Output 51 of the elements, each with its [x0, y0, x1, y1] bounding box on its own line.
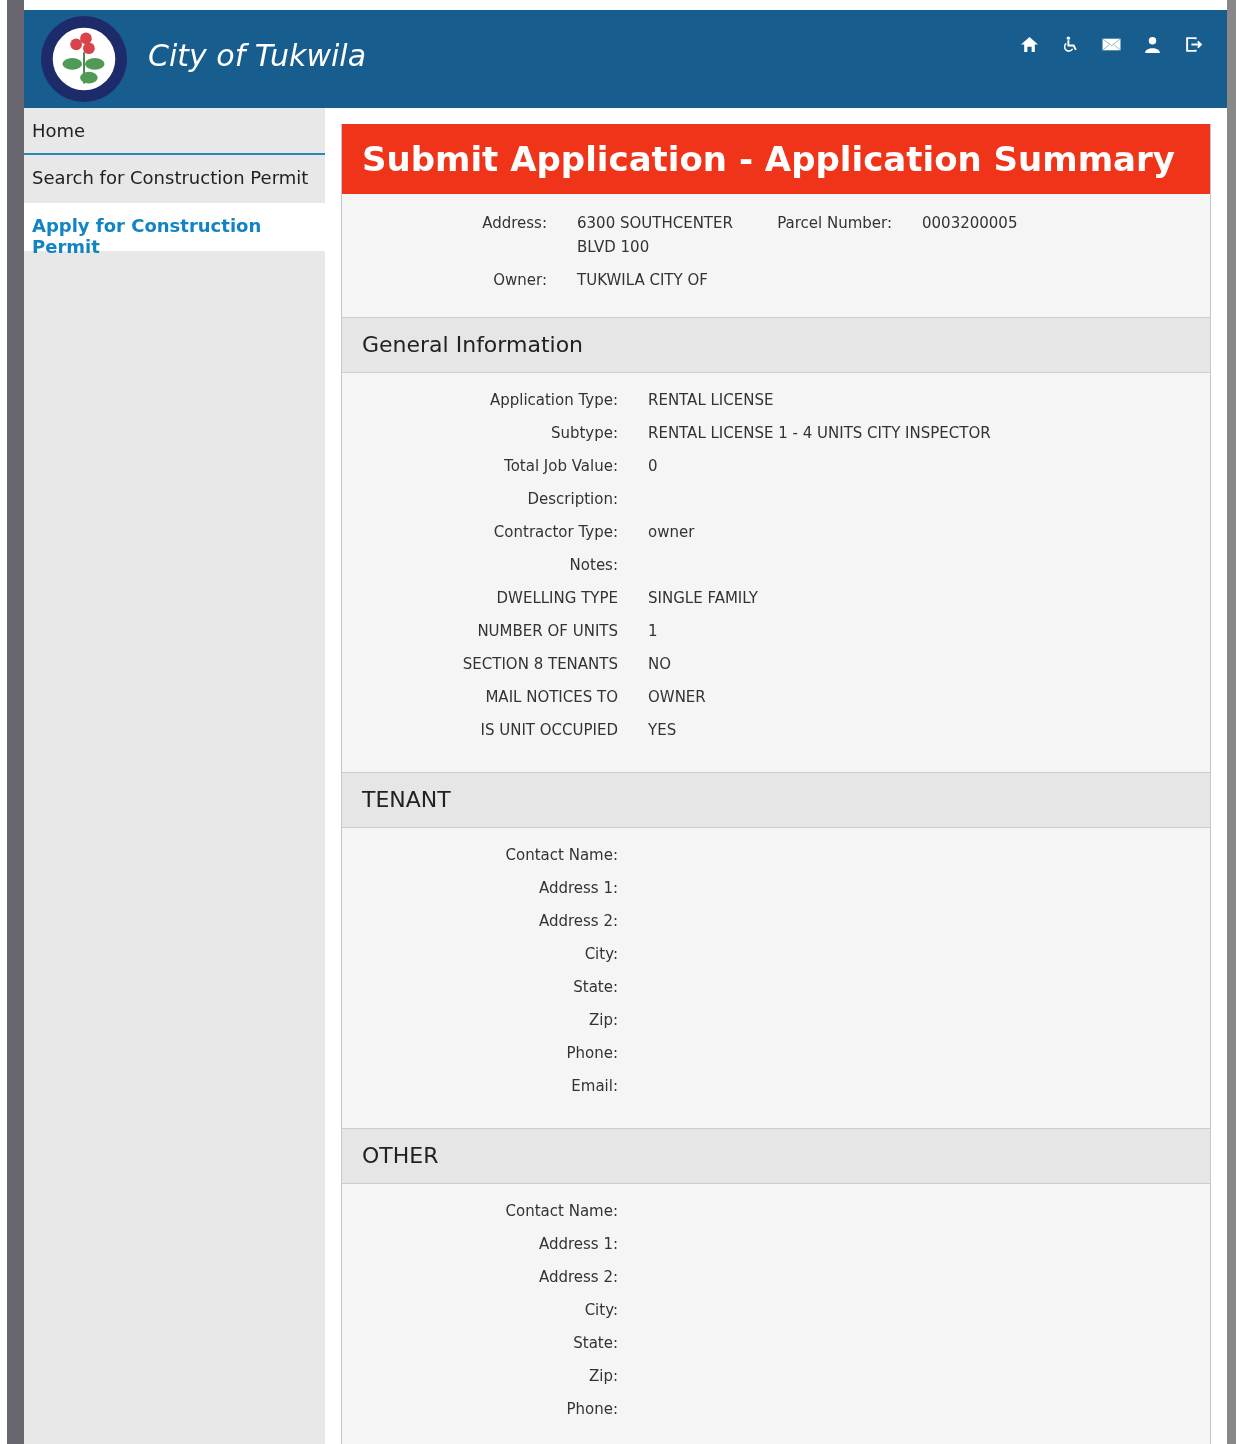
home-icon[interactable] [1020, 36, 1039, 53]
field-label: Description: [526, 490, 618, 510]
field-value: RENTAL LICENSE [648, 391, 774, 411]
field-label: Phone: [565, 1400, 618, 1420]
field-label: Zip: [587, 1367, 618, 1387]
user-icon[interactable] [1143, 36, 1162, 53]
field-label: Application Type: [488, 391, 618, 411]
field-label: MAIL NOTICES TO [484, 688, 618, 708]
field-value: 6300 SOUTHCENTER BLVD 100 [577, 213, 734, 258]
field-label: Address 2: [537, 1268, 618, 1288]
field-label: Email: [570, 1077, 618, 1097]
field-value: RENTAL LICENSE 1 - 4 UNITS CITY INSPECTOR [648, 424, 991, 444]
envelope-icon[interactable] [1102, 36, 1121, 53]
site-title: City of Tukwila [148, 37, 367, 73]
field-value: SINGLE FAMILY [648, 589, 758, 609]
page-title: Submit Application - Application Summary [342, 124, 1210, 194]
field-label: Contractor Type: [492, 523, 618, 543]
field-label: IS UNIT OCCUPIED [479, 721, 618, 741]
logout-icon[interactable] [1184, 36, 1203, 53]
field-value: NO [648, 655, 672, 675]
field-value: 0003200005 [922, 214, 1018, 232]
field-label: Notes: [568, 556, 618, 576]
field-label: DWELLING TYPE [495, 589, 618, 609]
field-label: Address 1: [537, 879, 618, 899]
field-label: State: [572, 978, 618, 998]
field-label: Address 2: [537, 912, 618, 932]
field-label: Address 1: [537, 1235, 618, 1255]
field-label: City: [583, 1301, 618, 1321]
field-label: Subtype: [549, 424, 618, 444]
field-value: 1 [648, 622, 658, 642]
field-label: Owner: [492, 271, 547, 289]
section-header: General Information [342, 317, 1210, 373]
field-value: TUKWILA CITY OF [577, 271, 708, 289]
field-label: State: [572, 1334, 618, 1354]
field-value: OWNER [648, 688, 706, 708]
section-header: OTHER [342, 1128, 1210, 1184]
sidebar-link[interactable]: Apply for Construction Permit [24, 203, 325, 251]
field-label: Contact Name: [504, 1202, 618, 1222]
field-label: SECTION 8 TENANTS [461, 655, 618, 675]
field-label: Address: [481, 214, 547, 232]
field-value: 0 [648, 457, 658, 477]
field-label: City: [583, 945, 618, 965]
field-label: Total Job Value: [503, 457, 618, 477]
field-label: Contact Name: [504, 846, 618, 866]
section-header: TENANT [342, 772, 1210, 828]
field-label: Phone: [565, 1044, 618, 1064]
field-label: Zip: [587, 1011, 618, 1031]
field-value: owner [648, 523, 695, 543]
field-value: YES [648, 721, 677, 741]
field-label: NUMBER OF UNITS [476, 622, 618, 642]
field-label: Parcel Number: [776, 214, 892, 232]
